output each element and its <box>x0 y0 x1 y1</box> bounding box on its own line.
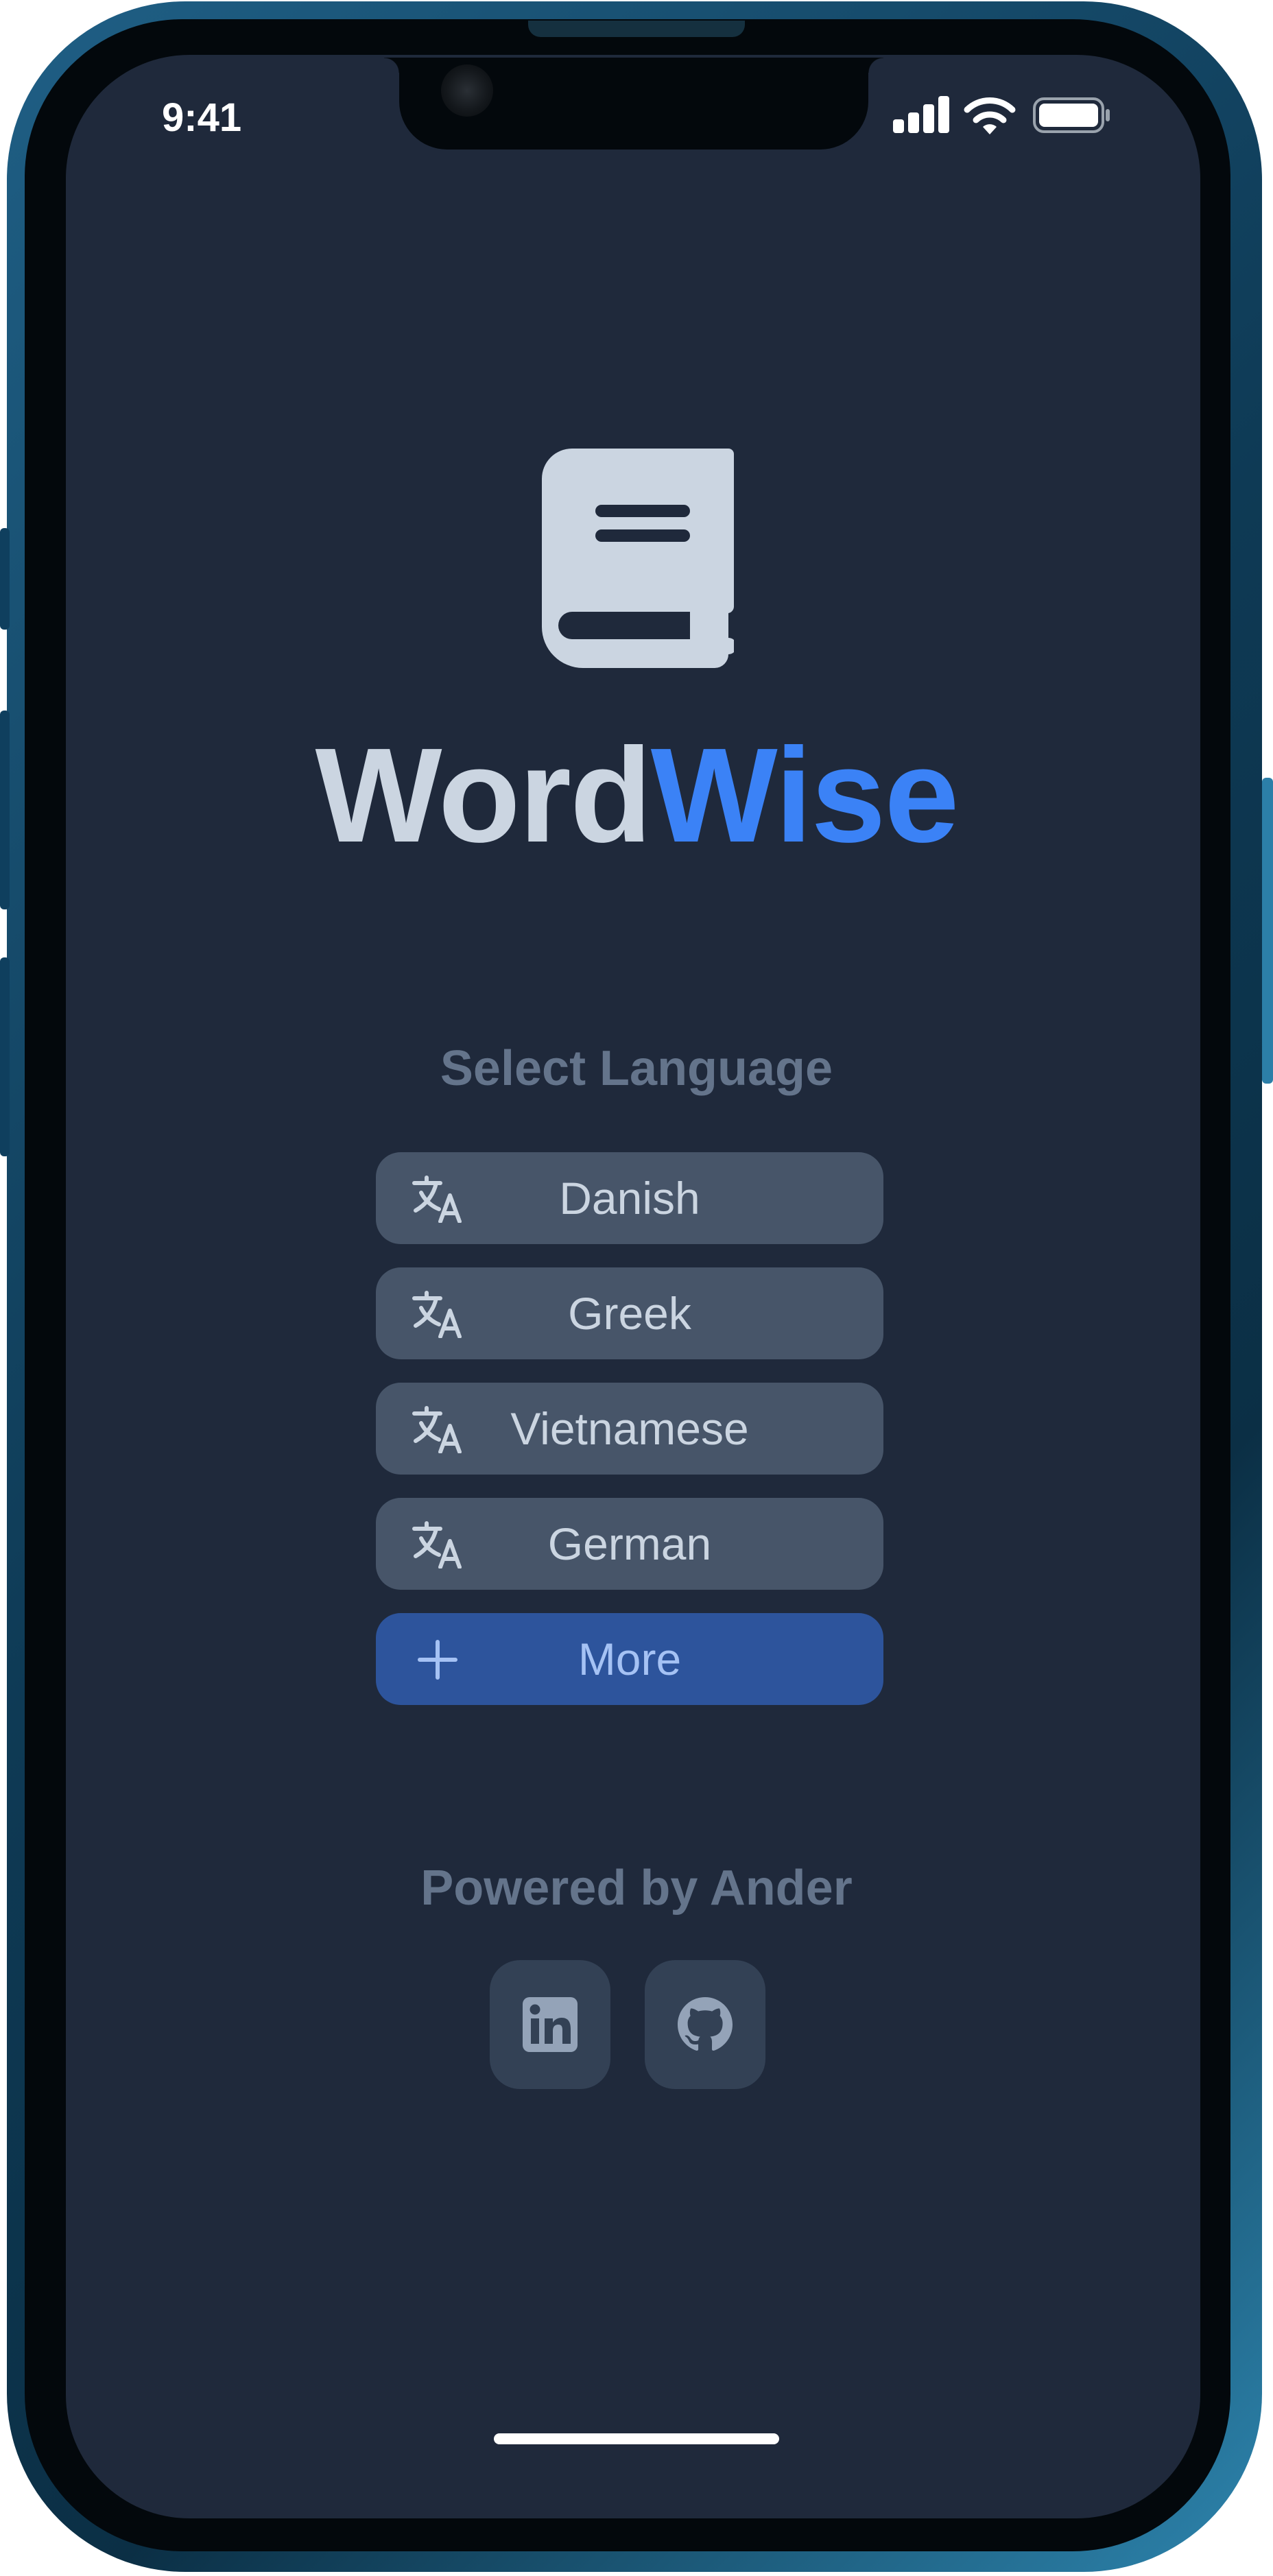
language-label: Vietnamese <box>510 1403 749 1454</box>
select-language-heading: Select Language <box>440 1041 833 1096</box>
wifi-icon <box>964 97 1016 134</box>
status-time: 9:41 <box>162 95 242 140</box>
linkedin-button[interactable] <box>490 1960 610 2089</box>
app-title: WordWise <box>0 713 1273 878</box>
phone-mute-switch <box>0 528 10 630</box>
front-camera <box>441 64 493 117</box>
language-button-greek[interactable]: Greek <box>376 1267 883 1359</box>
language-label: German <box>547 1518 712 1569</box>
battery-icon <box>1033 97 1110 133</box>
more-languages-button[interactable]: More <box>376 1613 883 1705</box>
language-button-danish[interactable]: Danish <box>376 1152 883 1244</box>
app-title-word: Word <box>315 720 652 870</box>
cellular-signal-icon <box>893 96 951 133</box>
more-label: More <box>578 1634 682 1684</box>
language-label: Greek <box>568 1288 691 1339</box>
app-title-wise: Wise <box>650 720 960 870</box>
home-indicator[interactable] <box>494 2433 779 2444</box>
powered-by-text: Powered by Ander <box>420 1861 853 1916</box>
github-icon <box>678 1997 733 2051</box>
book-icon <box>542 449 734 668</box>
speaker-grille <box>528 21 745 37</box>
github-button[interactable] <box>645 1960 765 2089</box>
language-button-german[interactable]: German <box>376 1498 883 1590</box>
language-label: Danish <box>559 1173 700 1224</box>
linkedin-icon <box>523 1997 578 2052</box>
language-button-vietnamese[interactable]: Vietnamese <box>376 1383 883 1475</box>
